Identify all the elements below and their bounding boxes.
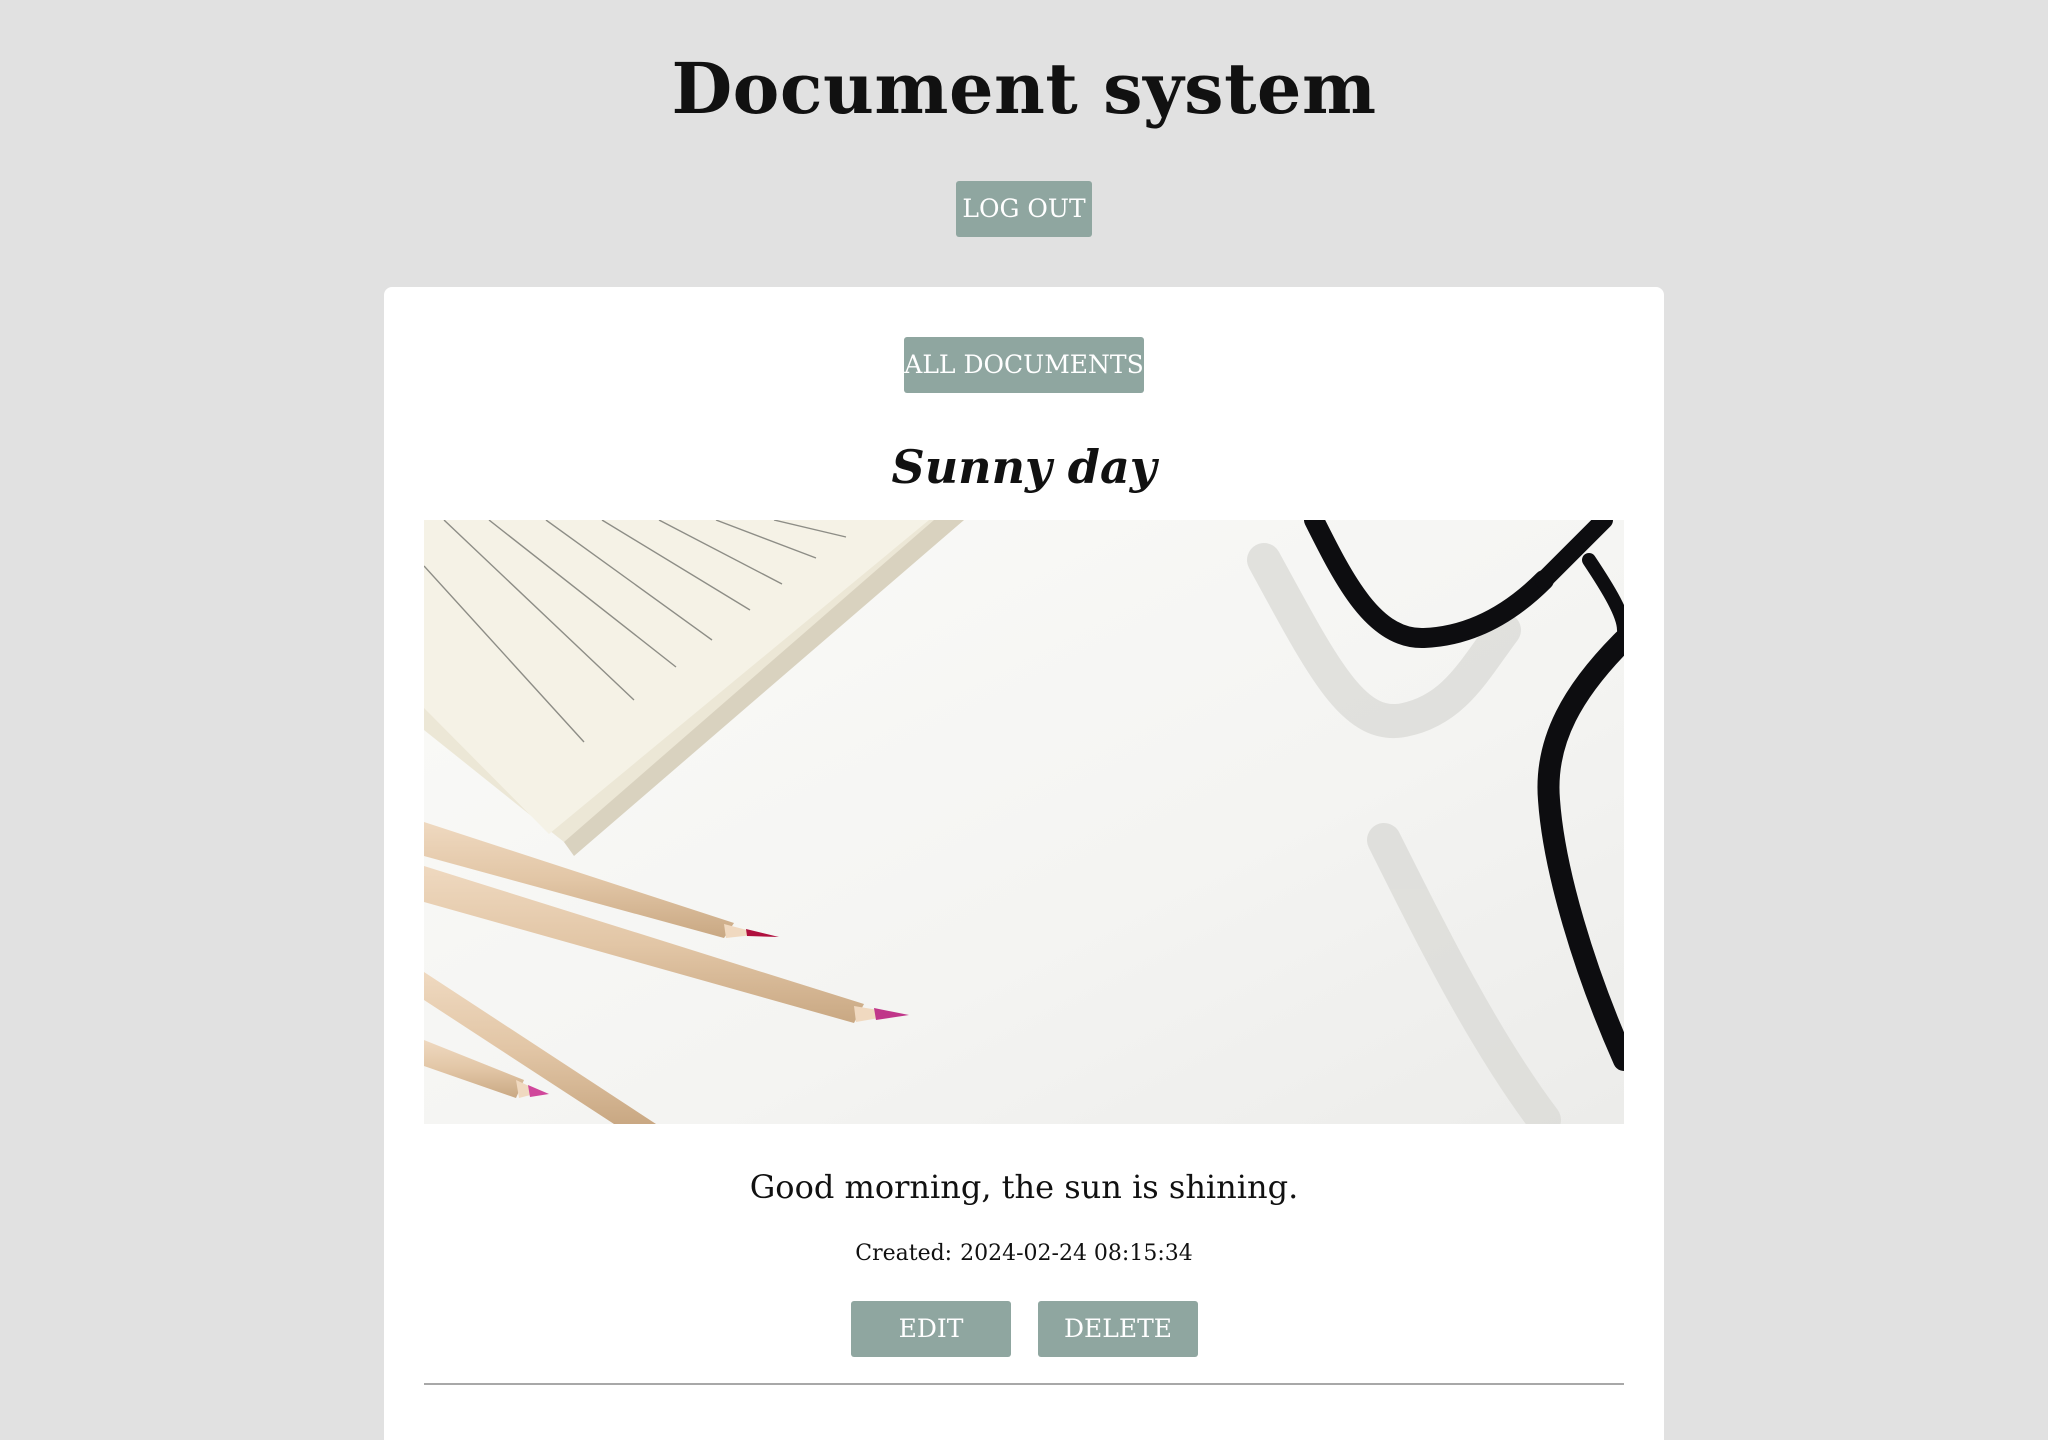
document-created: Created: 2024-02-24 08:15:34 [384, 1239, 1664, 1269]
document-title: Sunny day [891, 440, 1157, 494]
document-image [424, 520, 1624, 1124]
document-body: Good morning, the sun is shining. [749, 1168, 1299, 1206]
delete-button[interactable]: DELETE [1038, 1301, 1198, 1357]
edit-button[interactable]: EDIT [851, 1301, 1011, 1357]
app-root: Document system LOG OUT ALL DOCUMENTS Su… [0, 0, 2048, 1440]
page-title: Document system [671, 47, 1377, 130]
all-documents-button[interactable]: ALL DOCUMENTS [904, 337, 1144, 393]
created-label: Created: [855, 1241, 953, 1266]
divider [424, 1383, 1624, 1385]
created-timestamp: 2024-02-24 08:15:34 [960, 1241, 1193, 1266]
document-card: ALL DOCUMENTS Sunny day Good morning, th… [384, 287, 1664, 1440]
logout-button[interactable]: LOG OUT [956, 181, 1092, 237]
